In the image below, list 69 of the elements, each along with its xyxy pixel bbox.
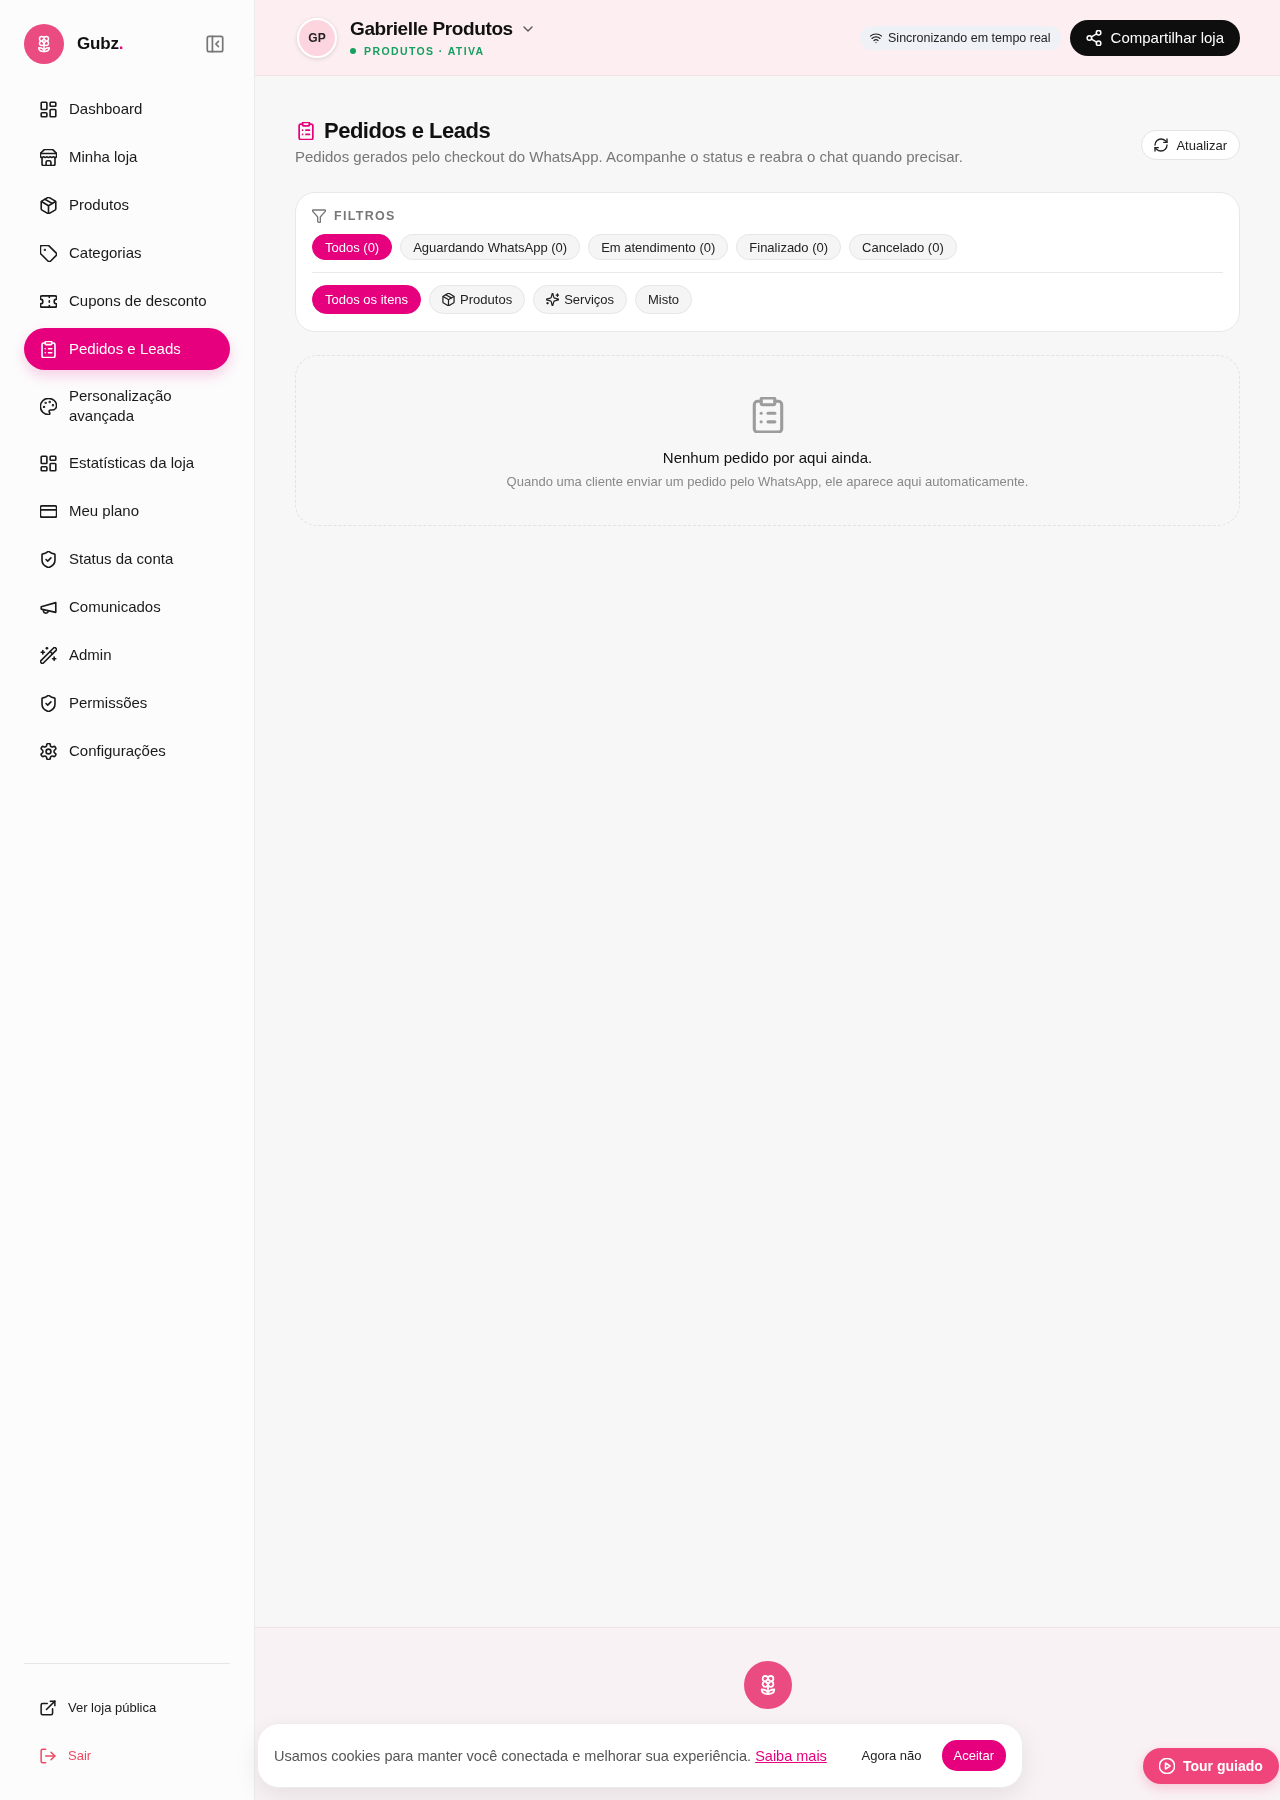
refresh-button[interactable]: Atualizar <box>1141 130 1240 160</box>
status-filter-chip[interactable]: Finalizado (0) <box>736 234 842 260</box>
store-icon <box>40 148 57 166</box>
nav-item[interactable]: Estatísticas da loja <box>24 442 230 484</box>
cookie-message: Usamos cookies para manter você conectada e melhorar sua experiência. <box>274 1747 752 1764</box>
box-icon <box>442 293 456 306</box>
guided-tour-button[interactable]: Tour guiado <box>1143 1748 1279 1784</box>
logout-link[interactable]: Sair <box>24 1735 230 1777</box>
flower-logo-icon <box>743 1661 792 1709</box>
box-icon <box>40 196 57 214</box>
item-type-chip[interactable]: Serviços <box>533 285 627 314</box>
tag-icon <box>40 244 57 262</box>
nav-item[interactable]: Minha loja <box>24 136 230 178</box>
status-filter-chip[interactable]: Aguardando WhatsApp (0) <box>400 234 581 260</box>
status-dot-icon <box>350 48 356 54</box>
clipboard-icon <box>297 122 315 140</box>
magic-wand-icon <box>40 646 57 664</box>
share-icon <box>1085 29 1102 46</box>
shield-check-icon <box>40 550 57 568</box>
grid-icon <box>40 454 57 472</box>
sync-status-text: Sincronizando em tempo real <box>888 30 1051 45</box>
palette-icon <box>40 397 57 415</box>
filters-label: FILTROS <box>334 209 396 223</box>
wifi-icon <box>870 31 882 44</box>
learn-more-link[interactable]: Saiba mais <box>755 1747 827 1764</box>
nav-item[interactable]: Produtos <box>24 184 230 226</box>
status-filter-chip[interactable]: Todos (0) <box>312 234 393 260</box>
nav-item[interactable]: Dashboard <box>24 88 230 130</box>
ticket-icon <box>40 292 57 310</box>
item-type-chip[interactable]: Misto <box>635 285 693 314</box>
grid-icon <box>40 100 57 118</box>
sparkles-icon <box>546 293 560 306</box>
item-type-chip[interactable]: Produtos <box>429 285 526 314</box>
nav-item[interactable]: Comunicados <box>24 586 230 628</box>
nav-item[interactable]: Admin <box>24 634 230 676</box>
status-filter-chip[interactable]: Em atendimento (0) <box>588 234 729 260</box>
page-title: Pedidos e Leads <box>324 117 491 145</box>
store-status: PRODUTOS · ATIVA <box>364 45 485 57</box>
accept-button[interactable]: Aceitar <box>941 1740 1006 1771</box>
shield-check-icon <box>40 694 57 712</box>
store-switcher[interactable]: Gabrielle Produtos <box>350 18 535 40</box>
nav-item[interactable]: Personalização avançada <box>24 376 230 436</box>
nav-item[interactable]: Pedidos e Leads <box>24 328 230 370</box>
nav-item[interactable]: Meu plano <box>24 490 230 532</box>
nav-item[interactable]: Cupons de desconto <box>24 280 230 322</box>
sidebar-toggle-icon[interactable] <box>206 35 224 53</box>
nav-item[interactable]: Permissões <box>24 682 230 724</box>
avatar: GP <box>297 17 337 58</box>
logout-icon <box>40 1748 56 1764</box>
nav-item[interactable]: Categorias <box>24 232 230 274</box>
play-icon <box>1159 1758 1175 1774</box>
empty-state-title: Nenhum pedido por aqui ainda. <box>662 448 873 468</box>
settings-icon <box>40 742 57 760</box>
nav-item[interactable]: Status da conta <box>24 538 230 580</box>
filter-icon <box>312 209 326 223</box>
refresh-icon <box>1154 138 1169 152</box>
page-subtitle: Pedidos gerados pelo checkout do WhatsApp. Acompanhe o status e reabra o chat quando precisar. <box>295 147 963 167</box>
nav-item[interactable]: Configurações <box>24 730 230 772</box>
item-type-chip[interactable]: Todos os itens <box>312 285 422 314</box>
status-filter-chip[interactable]: Cancelado (0) <box>849 234 957 260</box>
flower-logo-icon <box>24 24 64 64</box>
public-store-link[interactable]: Ver loja pública <box>24 1687 230 1729</box>
share-store-button[interactable]: Compartilhar loja <box>1069 19 1240 56</box>
clipboard-icon <box>40 340 57 358</box>
external-link-icon <box>40 1700 56 1716</box>
brand-name: Gubz. <box>77 34 124 54</box>
empty-state-message: Quando uma cliente enviar um pedido pelo WhatsApp, ele aparece aqui automaticamente. <box>506 473 1029 491</box>
decline-button[interactable]: Agora não <box>853 1742 930 1769</box>
credit-card-icon <box>40 502 57 520</box>
